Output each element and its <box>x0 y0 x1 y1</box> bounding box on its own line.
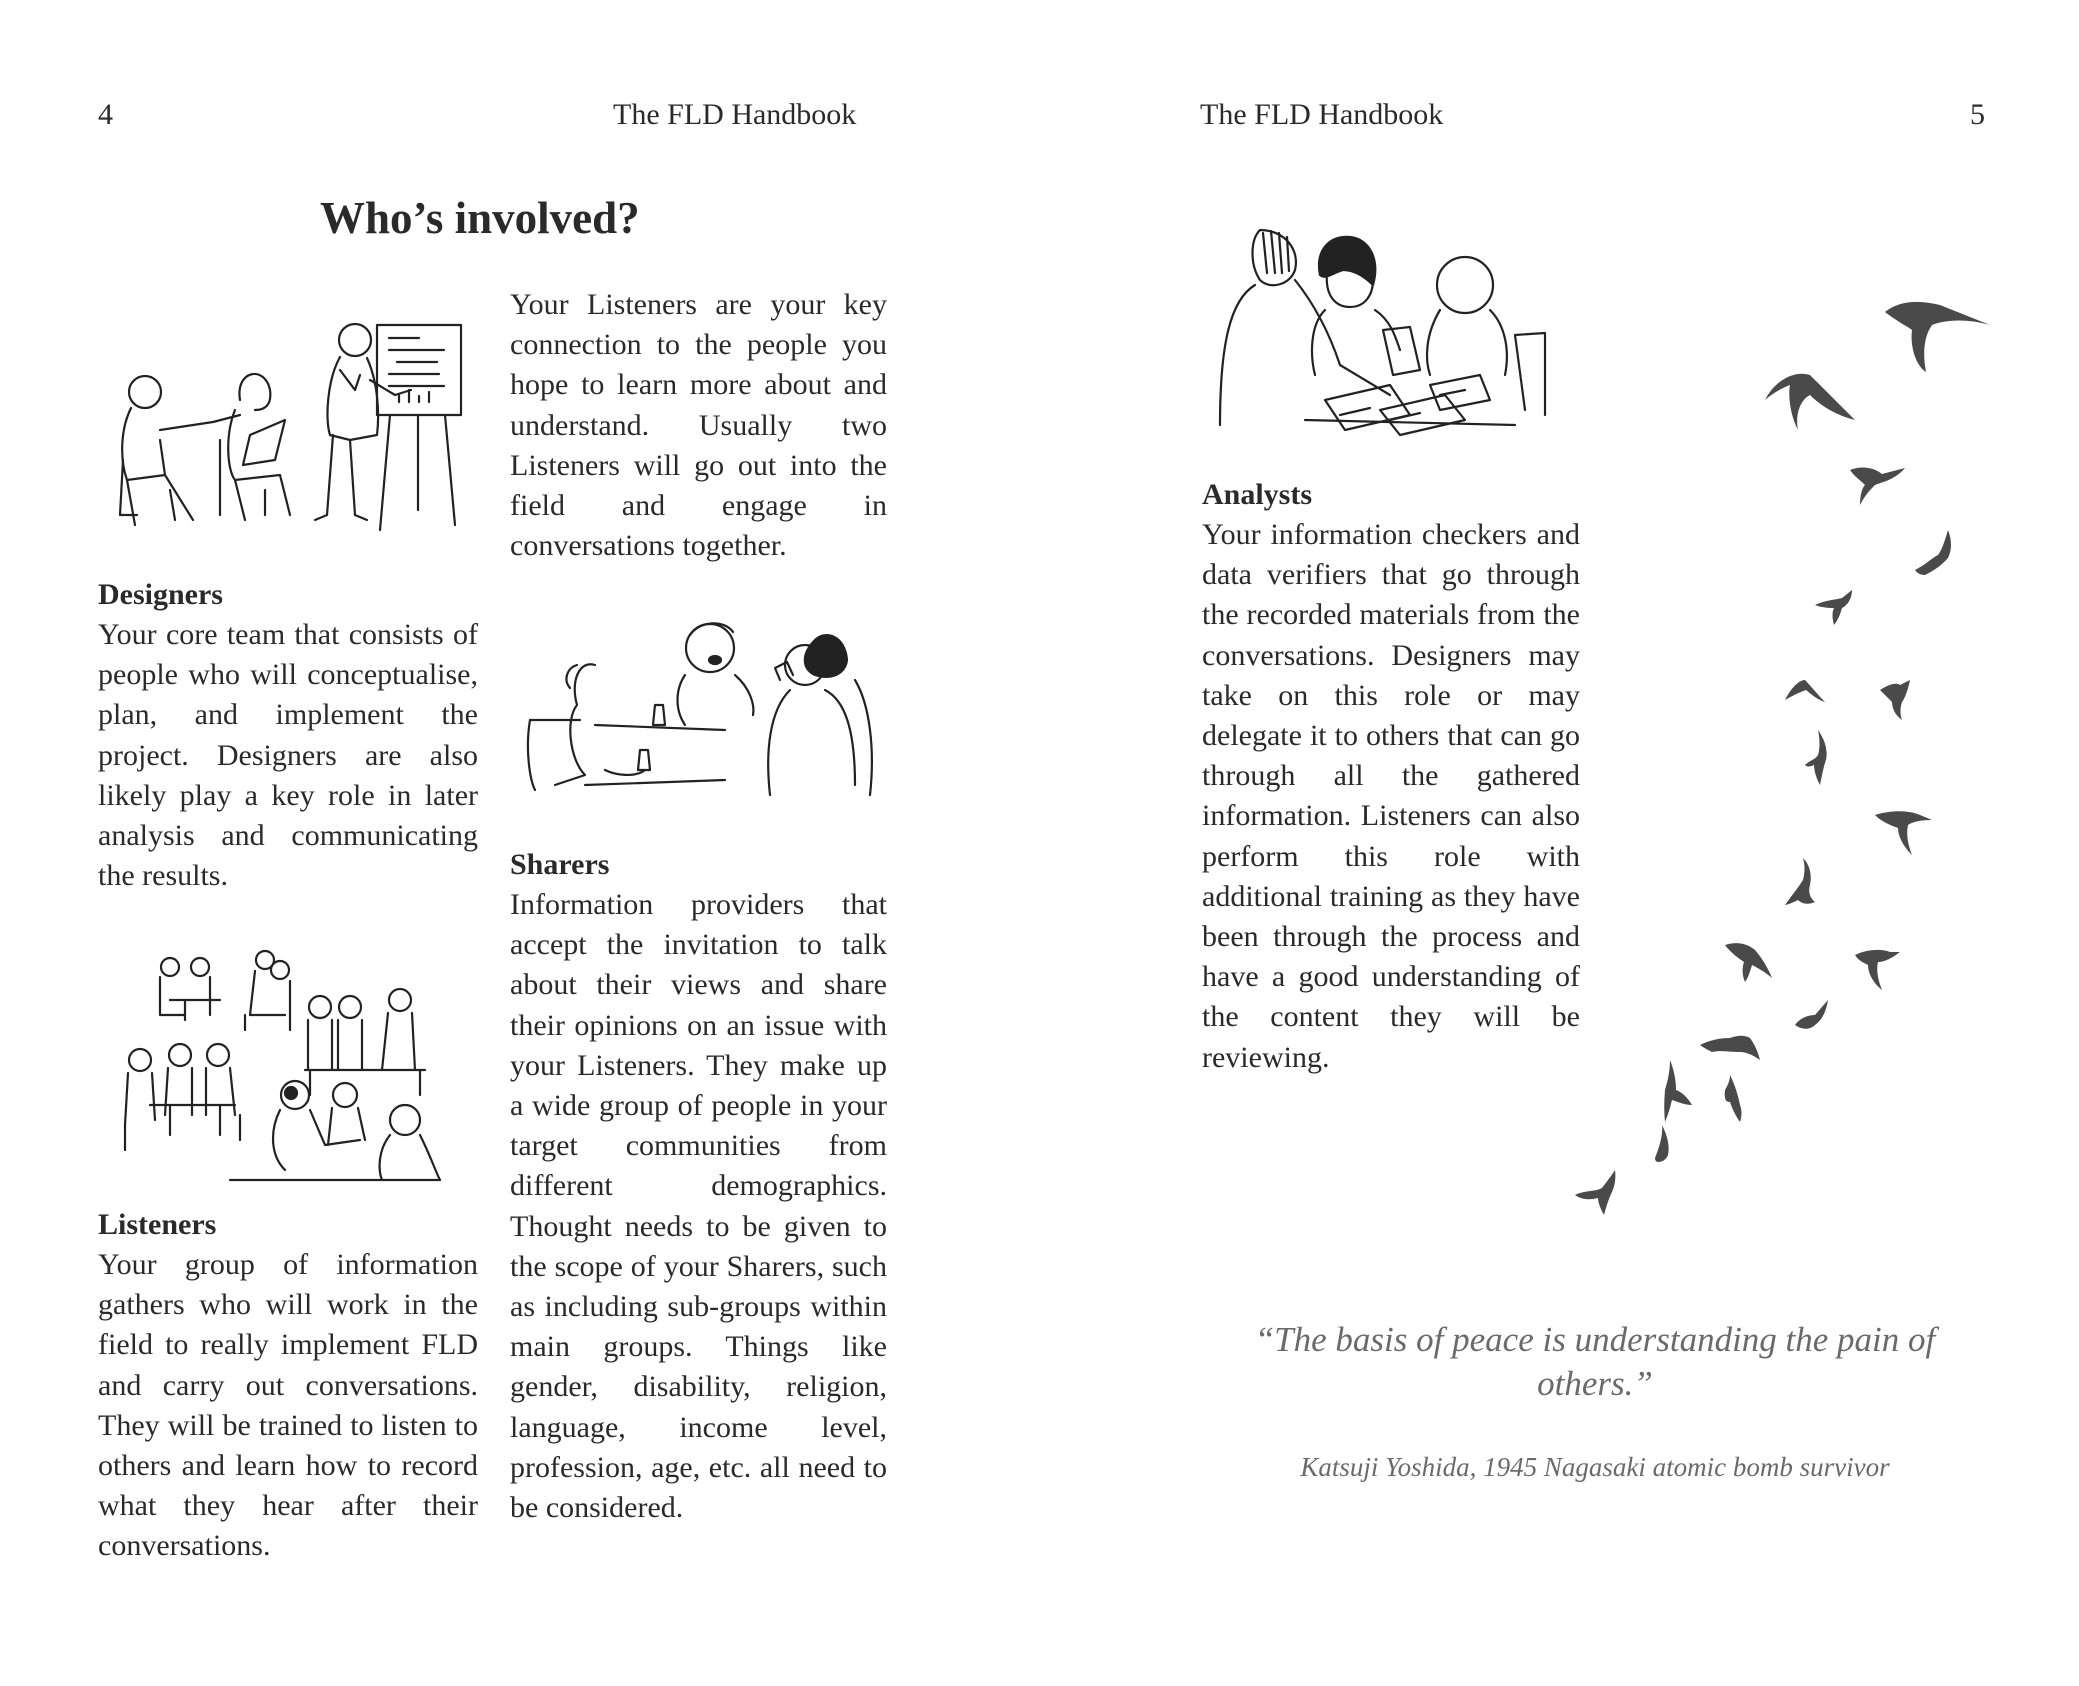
analysts-text: Your information checkers and data verif… <box>1202 518 1580 1074</box>
right-running-title: The FLD Handbook <box>1200 98 1444 131</box>
left-running-title: The FLD Handbook <box>613 98 857 131</box>
listeners-block: Listeners Your group of information gath… <box>98 1205 478 1567</box>
listeners-text: Your group of information gathers who wi… <box>98 1248 478 1563</box>
listeners-intro-text: Your Listeners are your key connection t… <box>510 288 887 563</box>
quote-attribution: Katsuji Yoshida, 1945 Nagasaki atomic bo… <box>1300 1452 1890 1482</box>
listeners-illustration <box>123 949 442 1182</box>
sharers-text: Information providers that accept the in… <box>510 888 887 1525</box>
birds-illustration <box>1575 301 1990 1215</box>
sharers-illustration <box>526 622 873 797</box>
section-title: Who’s involved? <box>320 193 640 243</box>
right-page-number: 5 <box>1970 98 1985 131</box>
analysts-illustration <box>1218 228 1547 437</box>
listeners-intro-block: Your Listeners are your key connection t… <box>510 285 887 566</box>
designers-heading: Designers <box>98 578 223 611</box>
left-page-number: 4 <box>98 98 113 131</box>
sharers-heading: Sharers <box>510 848 610 881</box>
listeners-heading: Listeners <box>98 1208 217 1241</box>
quote-text: “The basis of peace is understanding the… <box>1254 1320 1936 1403</box>
sharers-block: Sharers Information providers that accep… <box>510 845 887 1528</box>
analysts-block: Analysts Your information checkers and d… <box>1202 475 1580 1078</box>
designers-text: Your core team that consists of people w… <box>98 618 478 893</box>
analysts-heading: Analysts <box>1202 478 1313 511</box>
designers-illustration <box>118 322 463 532</box>
designers-block: Designers Your core team that consists o… <box>98 575 478 896</box>
